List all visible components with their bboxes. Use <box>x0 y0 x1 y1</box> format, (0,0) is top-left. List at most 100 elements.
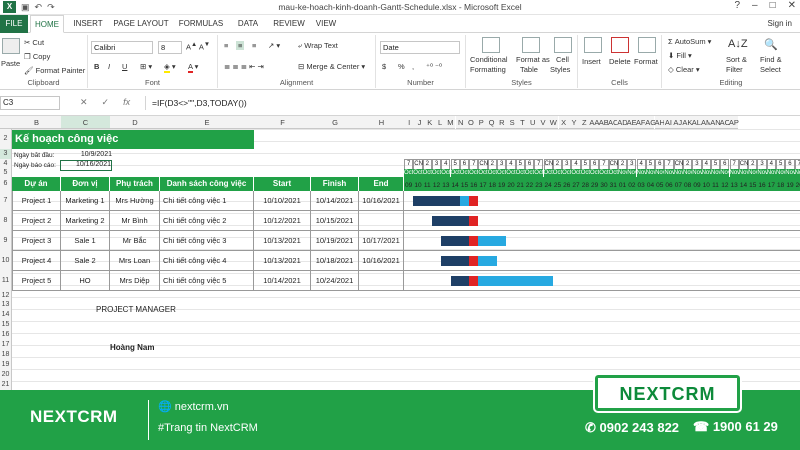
table-cell[interactable]: 10/19/2021 <box>311 231 359 251</box>
day-number-label[interactable]: 16 <box>469 180 478 191</box>
column-header-k[interactable]: K <box>424 116 435 129</box>
delete-cells-button[interactable]: Delete <box>609 57 631 66</box>
day-number-label[interactable]: 15 <box>748 180 757 191</box>
day-number-label[interactable]: 11 <box>711 180 720 191</box>
month-label[interactable]: Nov <box>776 169 787 178</box>
month-label[interactable]: Nov <box>720 169 731 178</box>
row-header-7[interactable]: 7 <box>0 191 12 211</box>
paste-button[interactable]: Paste <box>1 59 20 68</box>
row-header-20[interactable]: 20 <box>0 370 12 380</box>
table-cell[interactable]: 10/17/2021 <box>359 231 404 251</box>
month-label[interactable]: Nov <box>645 169 656 178</box>
day-number-label[interactable]: 24 <box>544 180 553 191</box>
row-header-4[interactable]: 4 <box>0 159 12 169</box>
row-header-17[interactable]: 17 <box>0 340 12 350</box>
column-header-l[interactable]: L <box>434 116 446 129</box>
month-label[interactable]: Oct <box>543 169 553 178</box>
day-number-label[interactable]: 17 <box>478 180 487 191</box>
tab-page-layout[interactable]: PAGE LAYOUT <box>112 15 170 33</box>
column-header-ak[interactable]: AK <box>682 116 692 129</box>
day-number-label[interactable]: 30 <box>599 180 608 191</box>
column-header-s[interactable]: S <box>507 116 518 129</box>
column-header-ag[interactable]: AG <box>645 116 656 129</box>
report-date-value[interactable]: 10/16/2021 <box>60 160 112 171</box>
sort-filter-button-line2[interactable]: Filter <box>726 65 743 74</box>
table-cell[interactable]: Project 3 <box>12 231 61 251</box>
formula-input[interactable]: =IF(D3<>"",D3,TODAY()) <box>145 96 798 110</box>
month-label[interactable]: Oct <box>571 169 581 178</box>
tab-home[interactable]: HOME <box>30 15 64 33</box>
table-cell[interactable]: Mrs Hường <box>110 191 160 211</box>
day-number-label[interactable]: 28 <box>581 180 590 191</box>
bold-button[interactable]: B <box>94 62 99 71</box>
table-cell[interactable]: 10/10/2021 <box>254 191 311 211</box>
day-number-label[interactable]: 10 <box>702 180 711 191</box>
comma-button[interactable]: , <box>412 62 414 71</box>
day-number-label[interactable]: 06 <box>664 180 673 191</box>
day-number-label[interactable]: 10 <box>413 180 422 191</box>
orientation-icon[interactable]: ↗ ▾ <box>268 41 280 50</box>
table-cell[interactable]: Chi tiết công việc 2 <box>160 211 254 231</box>
row-header-13[interactable]: 13 <box>0 300 12 310</box>
align-middle-icon[interactable]: ≡ <box>236 41 245 50</box>
row-header-6[interactable]: 6 <box>0 177 12 191</box>
project-manager-label[interactable]: PROJECT MANAGER <box>96 305 176 314</box>
day-number-label[interactable]: 03 <box>637 180 646 191</box>
month-label[interactable]: Nov <box>785 169 796 178</box>
column-header-w[interactable]: W <box>548 116 559 129</box>
maximize-button[interactable]: □ <box>770 0 776 11</box>
select-all-corner[interactable] <box>0 116 12 129</box>
column-header-e[interactable]: E <box>160 116 254 129</box>
month-label[interactable]: Nov <box>766 169 777 178</box>
day-number-label[interactable]: 22 <box>525 180 534 191</box>
column-header-aa[interactable]: AA <box>589 116 599 129</box>
month-label[interactable]: Oct <box>515 169 525 178</box>
align-bottom-icon[interactable]: ≡ <box>252 41 256 50</box>
merge-center-button[interactable]: ⊟ Merge & Center ▾ <box>298 62 365 71</box>
clear-button[interactable]: ◇ Clear ▾ <box>668 65 700 74</box>
day-number-label[interactable]: 09 <box>404 180 413 191</box>
table-cell[interactable]: Project 2 <box>12 211 61 231</box>
phone-number-1[interactable]: ✆ 0902 243 822 <box>585 420 679 436</box>
month-label[interactable]: Oct <box>422 169 432 178</box>
minimize-button[interactable]: – <box>752 0 758 11</box>
day-number-label[interactable]: 14 <box>739 180 748 191</box>
start-date-label[interactable]: Ngày bắt đầu: <box>14 152 54 159</box>
table-cell[interactable]: Mr Bắc <box>110 231 160 251</box>
paste-icon[interactable] <box>2 38 20 54</box>
fill-button[interactable]: ⬇ Fill ▾ <box>668 51 692 60</box>
month-label[interactable]: Oct <box>497 169 506 178</box>
column-header-v[interactable]: V <box>537 116 549 129</box>
format-as-table-button-line2[interactable]: Table <box>520 65 538 74</box>
italic-button[interactable]: I <box>108 62 110 71</box>
column-header-q[interactable]: Q <box>486 116 497 129</box>
month-label[interactable]: Oct <box>404 169 413 178</box>
align-top-icon[interactable]: ≡ <box>224 41 228 50</box>
month-label[interactable]: Oct <box>413 169 423 178</box>
month-label[interactable]: Oct <box>431 169 441 178</box>
day-number-label[interactable]: 21 <box>516 180 525 191</box>
table-cell[interactable]: Chi tiết công việc 3 <box>160 231 254 251</box>
format-as-table-button[interactable]: Format as <box>516 55 550 64</box>
table-cell[interactable]: Marketing 1 <box>61 191 110 211</box>
day-number-label[interactable]: 26 <box>562 180 571 191</box>
cancel-icon[interactable]: ✕ <box>80 97 88 108</box>
format-cells-button[interactable]: Format <box>634 57 658 66</box>
table-cell[interactable]: Chi tiết công việc 5 <box>160 271 254 291</box>
table-cell[interactable]: Project 5 <box>12 271 61 291</box>
month-label[interactable]: Nov <box>748 169 759 178</box>
table-cell[interactable]: 10/15/2021 <box>311 211 359 231</box>
table-cell[interactable]: 10/16/2021 <box>359 191 404 211</box>
table-cell[interactable]: 10/13/2021 <box>254 231 311 251</box>
name-box[interactable]: C3 <box>0 96 60 110</box>
percent-button[interactable]: % <box>398 62 405 71</box>
column-header-x[interactable]: X <box>558 116 569 129</box>
row-header-14[interactable]: 14 <box>0 310 12 320</box>
day-number-label[interactable]: 07 <box>674 180 683 191</box>
column-header-z[interactable]: Z <box>579 116 590 129</box>
copy-button[interactable]: ❐ Copy <box>24 52 50 61</box>
day-number-label[interactable]: 04 <box>646 180 655 191</box>
month-label[interactable]: Oct <box>599 169 609 178</box>
column-header-aj[interactable]: AJ <box>673 116 683 129</box>
font-color-icon[interactable]: A ▾ <box>188 62 198 73</box>
